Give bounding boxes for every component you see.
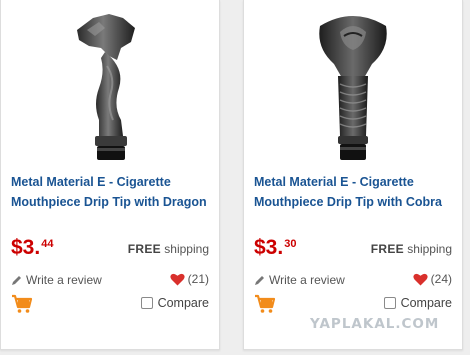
pencil-icon <box>255 275 264 285</box>
write-review-label: Write a review <box>26 273 102 287</box>
price-dollars: $3. <box>254 236 284 259</box>
shipping-info: FREE shipping <box>371 242 452 256</box>
pencil-icon <box>12 275 21 285</box>
write-review-label: Write a review <box>269 273 345 287</box>
price-cents: 30 <box>284 238 297 250</box>
likes-count: (21) <box>187 272 209 286</box>
product-image[interactable] <box>1 8 219 168</box>
compare-checkbox[interactable] <box>140 297 153 309</box>
favorites-count[interactable]: (24) <box>413 272 452 286</box>
price-cents: 44 <box>41 238 54 250</box>
price-dollars: $3. <box>11 236 41 259</box>
likes-count: (24) <box>430 272 452 286</box>
product-title[interactable]: Metal Material E - Cigarette Mouthpiece … <box>11 172 209 212</box>
favorites-count[interactable]: (21) <box>170 272 209 286</box>
compare-label: Compare <box>157 296 209 310</box>
shipping-label: shipping <box>164 242 209 256</box>
compare-checkbox[interactable] <box>383 297 396 309</box>
product-card: Metal Material E - Cigarette Mouthpiece … <box>243 0 463 350</box>
dragon-drip-tip-icon <box>77 14 135 160</box>
compare-option[interactable]: Compare <box>140 296 209 310</box>
cobra-drip-tip-icon <box>319 16 387 160</box>
compare-label: Compare <box>400 296 452 310</box>
product-grid: Metal Material E - Cigarette Mouthpiece … <box>0 0 470 355</box>
product-card: Metal Material E - Cigarette Mouthpiece … <box>0 0 220 350</box>
product-price: $3.30 <box>254 236 296 260</box>
heart-icon <box>170 273 185 285</box>
add-to-cart-button[interactable] <box>254 294 276 319</box>
shipping-label: shipping <box>407 242 452 256</box>
free-label: FREE <box>127 242 161 256</box>
write-review-link[interactable]: Write a review <box>254 273 345 287</box>
cart-icon <box>255 294 276 313</box>
compare-option[interactable]: Compare <box>383 296 452 310</box>
write-review-link[interactable]: Write a review <box>11 273 102 287</box>
product-price: $3.44 <box>11 236 53 260</box>
heart-icon <box>413 273 428 285</box>
free-label: FREE <box>370 242 404 256</box>
shipping-info: FREE shipping <box>128 242 209 256</box>
watermark: YAPLAKAL.COM <box>310 316 440 332</box>
cart-icon <box>12 294 33 313</box>
product-image[interactable] <box>244 8 462 168</box>
add-to-cart-button[interactable] <box>11 294 33 319</box>
product-title[interactable]: Metal Material E - Cigarette Mouthpiece … <box>254 172 452 212</box>
